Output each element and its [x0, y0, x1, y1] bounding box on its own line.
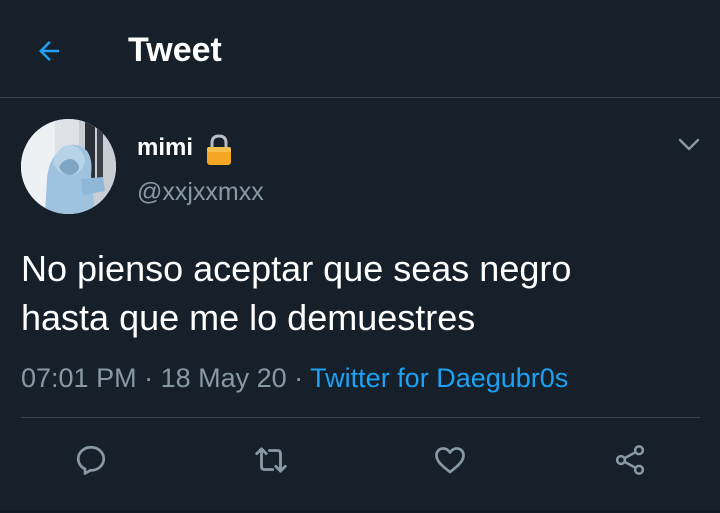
divider [21, 417, 700, 418]
tweet-metadata: 07:01 PM · 18 May 20 · Twitter for Daegu… [21, 360, 568, 396]
reply-button[interactable] [70, 439, 112, 481]
tweet-text: No pienso aceptar que seas negro hasta q… [21, 244, 701, 342]
like-button[interactable] [429, 439, 471, 481]
retweet-icon [255, 447, 287, 473]
back-button[interactable] [26, 28, 72, 74]
lock-icon [207, 134, 231, 165]
share-icon [615, 445, 645, 475]
page-title: Tweet [128, 31, 222, 69]
tweet-text-line: No pienso aceptar que seas negro [21, 248, 572, 289]
tweet-time: 07:01 PM [21, 363, 137, 393]
tweet-source-link[interactable]: Twitter for Daegubr0s [310, 363, 568, 393]
chevron-down-icon [678, 138, 700, 151]
avatar-image [21, 119, 116, 214]
avatar[interactable] [21, 119, 116, 214]
reply-icon [76, 445, 106, 475]
more-options-button[interactable] [672, 131, 706, 159]
tweet-date: 18 May 20 [160, 363, 287, 393]
user-handle[interactable]: @xxjxxmxx [137, 176, 264, 208]
tweet-text-line: hasta que me lo demuestres [21, 297, 476, 338]
display-name[interactable]: mimi [137, 133, 193, 163]
meta-separator: · [136, 363, 161, 393]
share-button[interactable] [609, 439, 651, 481]
heart-icon [435, 447, 465, 474]
meta-separator: · [286, 363, 311, 393]
tweet-detail-screen: Tweet mimi @xxjxxmxx No pienso aceptar q… [0, 0, 720, 513]
top-bar: Tweet [0, 0, 720, 98]
arrow-left-icon [39, 41, 59, 61]
retweet-button[interactable] [250, 439, 292, 481]
